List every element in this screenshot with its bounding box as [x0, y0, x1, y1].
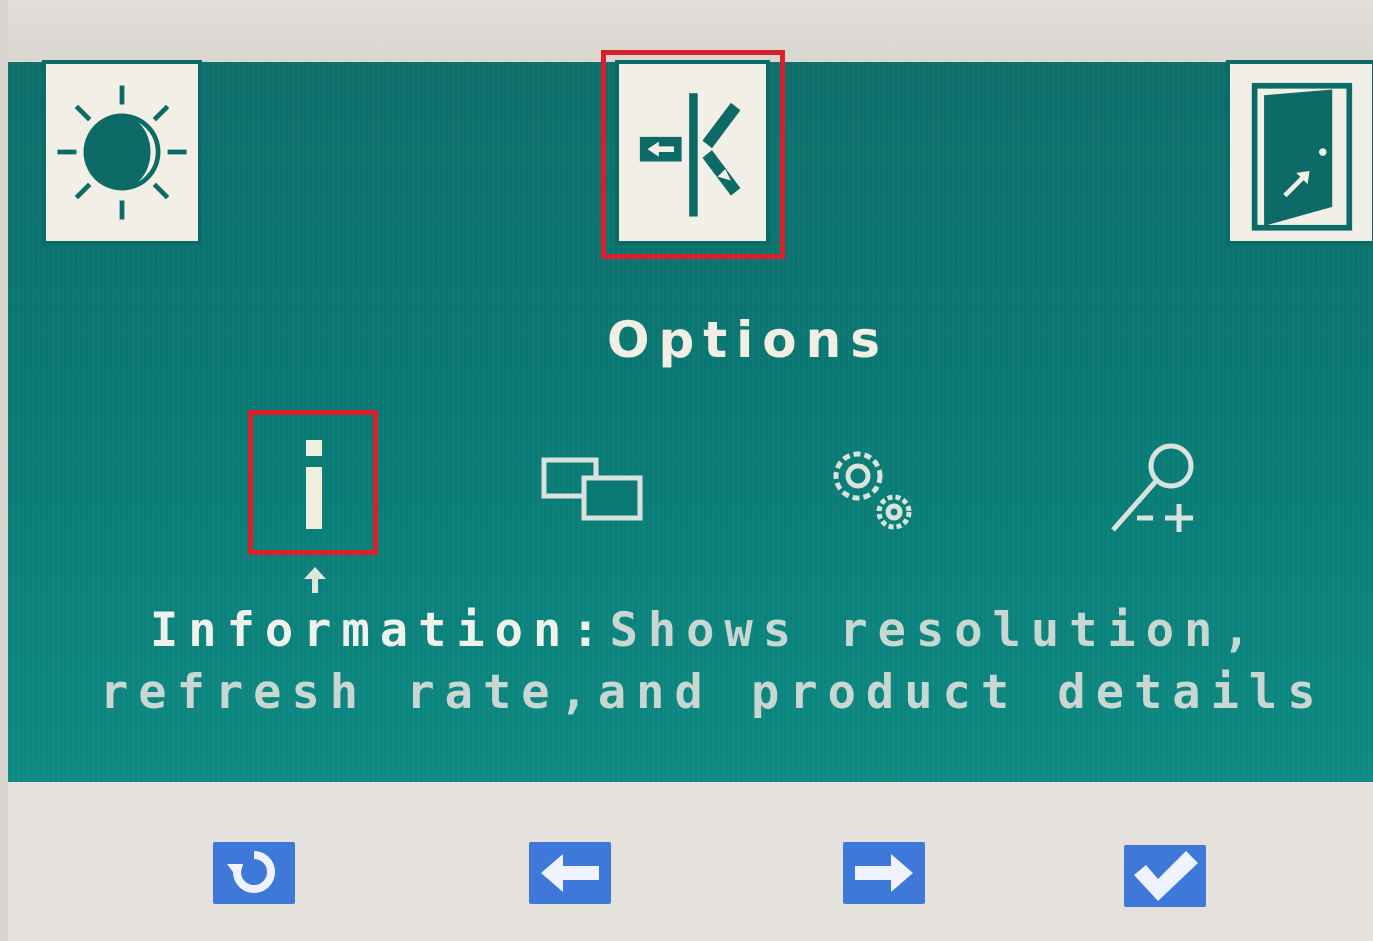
exit-menu-item[interactable]	[1226, 60, 1373, 245]
description-line2: refresh rate,and product details	[100, 665, 1326, 720]
confirm-check-icon	[1134, 851, 1198, 901]
right-arrow-icon	[855, 854, 913, 892]
top-menu-selection-frame	[601, 50, 785, 259]
left-arrow-icon	[541, 854, 599, 892]
window-position-icon	[541, 457, 643, 521]
brightness-contrast-menu-item[interactable]	[42, 60, 202, 245]
menu-title: Options	[606, 311, 890, 369]
selection-indicator-icon	[304, 567, 326, 593]
settings-submenu-item[interactable]	[820, 440, 925, 540]
exit-icon	[1251, 82, 1353, 231]
window-position-submenu-item[interactable]	[536, 450, 648, 530]
brightness-contrast-icon	[57, 85, 187, 220]
right-arrow-button[interactable]	[843, 842, 925, 904]
back-icon	[227, 851, 275, 893]
submenu-selection-frame	[248, 410, 378, 555]
confirm-button[interactable]	[1124, 845, 1206, 907]
description-text: Information:Shows resolution, refresh ra…	[100, 600, 1373, 724]
settings-gears-icon	[833, 451, 912, 530]
monitor-screen: Options Information:Shows resolution, re…	[8, 0, 1373, 941]
description-label: Information:	[150, 603, 610, 658]
control-buttons-bar	[8, 782, 1373, 941]
zoom-icon	[1111, 443, 1194, 532]
left-arrow-button[interactable]	[529, 842, 611, 904]
back-button[interactable]	[213, 842, 295, 904]
description-line1: Shows resolution,	[609, 603, 1261, 658]
zoom-submenu-item[interactable]	[1103, 440, 1213, 540]
